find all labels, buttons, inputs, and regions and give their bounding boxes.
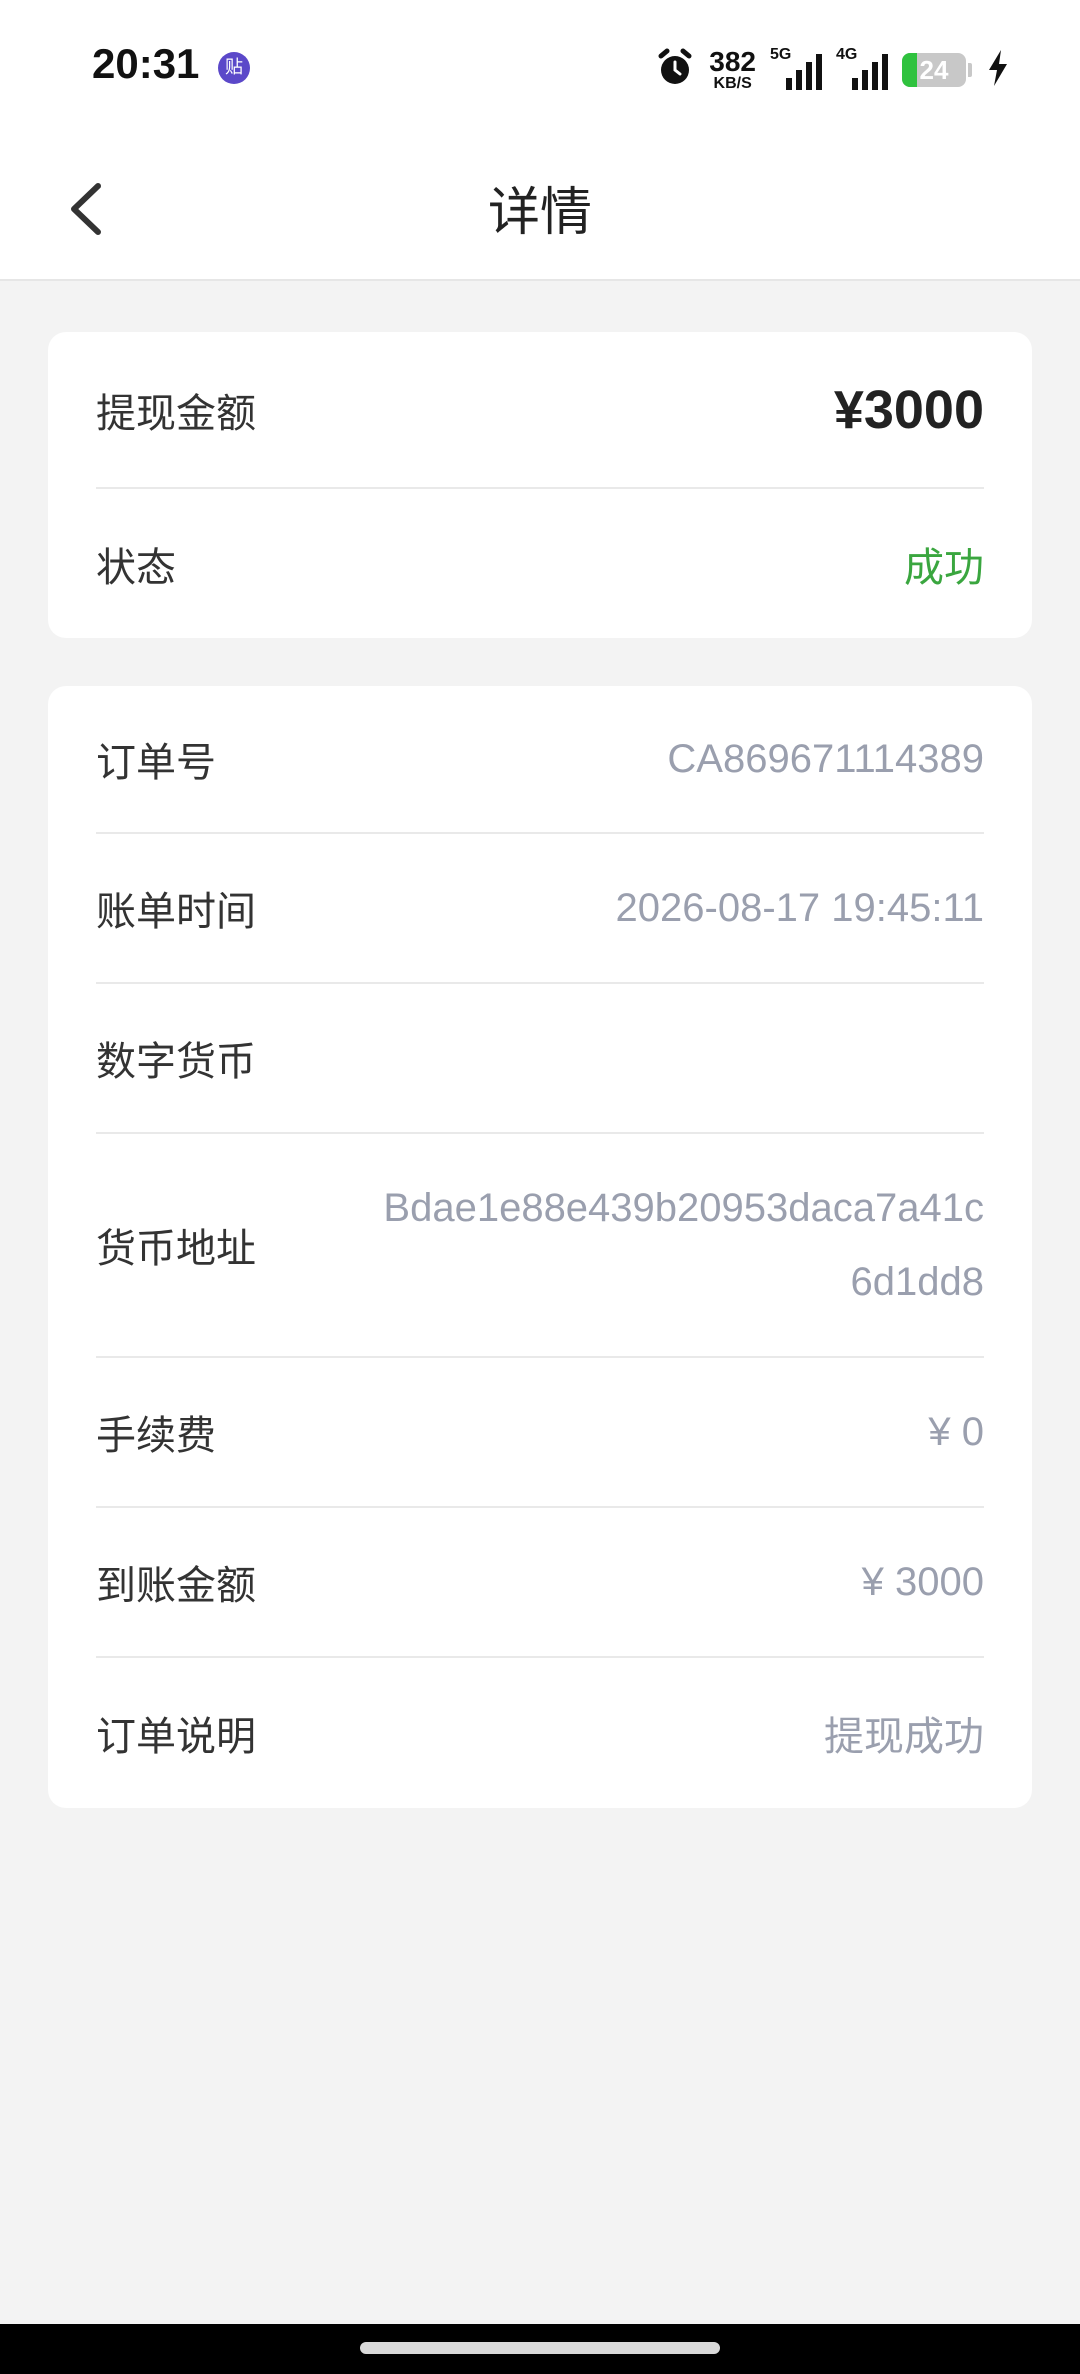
network-speed-value: 382 xyxy=(709,46,756,77)
system-navigation-bar xyxy=(0,2324,1080,2374)
app-notification-icon: 贴 xyxy=(218,52,250,84)
fee-label: 手续费 xyxy=(96,1413,216,1459)
summary-card: 提现金额 ¥3000 状态 成功 xyxy=(48,332,1032,638)
charging-icon xyxy=(986,48,1010,92)
alarm-icon xyxy=(655,48,695,92)
currency-row: 数字货币 xyxy=(96,984,984,1134)
signal-5g-icon: 5G xyxy=(770,46,822,90)
note-label: 订单说明 xyxy=(96,1714,256,1760)
order-no-row: 订单号 CA869671114389 xyxy=(96,686,984,834)
bill-time-value: 2026-08-17 19:45:11 xyxy=(615,885,984,930)
status-label: 状态 xyxy=(96,544,176,591)
battery-level: 24 xyxy=(919,55,949,85)
address-value: Bdae1e88e439b20953daca7a41c6d1dd8 xyxy=(383,1186,984,1304)
bill-time-row: 账单时间 2026-08-17 19:45:11 xyxy=(96,834,984,984)
signal-4g-icon: 4G xyxy=(836,46,888,90)
bill-time-label: 账单时间 xyxy=(96,889,256,935)
received-value: ¥ 3000 xyxy=(861,1559,984,1604)
page-title: 详情 xyxy=(487,183,592,243)
home-indicator[interactable] xyxy=(360,2342,720,2354)
received-label: 到账金额 xyxy=(96,1563,256,1609)
address-label: 货币地址 xyxy=(96,1226,256,1272)
status-badge: 成功 xyxy=(904,544,984,591)
status-time: 20:31 xyxy=(92,40,200,87)
fee-value: ¥ 0 xyxy=(928,1409,984,1454)
order-no-label: 订单号 xyxy=(96,740,216,786)
amount-row: 提现金额 ¥3000 xyxy=(96,332,984,489)
fee-row: 手续费 ¥ 0 xyxy=(96,1358,984,1508)
status-icons: 382 KB/S 5G 4G 24 xyxy=(655,44,1010,96)
battery-cap xyxy=(968,63,972,77)
note-row: 订单说明 提现成功 xyxy=(96,1658,984,1808)
network-speed-unit: KB/S xyxy=(713,75,752,92)
amount-label: 提现金额 xyxy=(96,390,256,437)
network-speed: 382 KB/S xyxy=(709,48,756,92)
amount-value: ¥3000 xyxy=(833,379,984,440)
status-bar: 20:31 贴 382 KB/S 5G 4G 24 xyxy=(0,0,1080,140)
note-value: 提现成功 xyxy=(824,1714,984,1760)
nav-bar: 详情 xyxy=(0,140,1080,281)
received-row: 到账金额 ¥ 3000 xyxy=(96,1508,984,1658)
battery-icon: 24 xyxy=(902,53,966,87)
address-row: 货币地址 Bdae1e88e439b20953daca7a41c6d1dd8 xyxy=(96,1134,984,1358)
details-card: 订单号 CA869671114389 账单时间 2026-08-17 19:45… xyxy=(48,686,1032,1808)
order-no-value: CA869671114389 xyxy=(667,736,984,781)
status-row: 状态 成功 xyxy=(96,489,984,638)
currency-label: 数字货币 xyxy=(96,1039,256,1085)
